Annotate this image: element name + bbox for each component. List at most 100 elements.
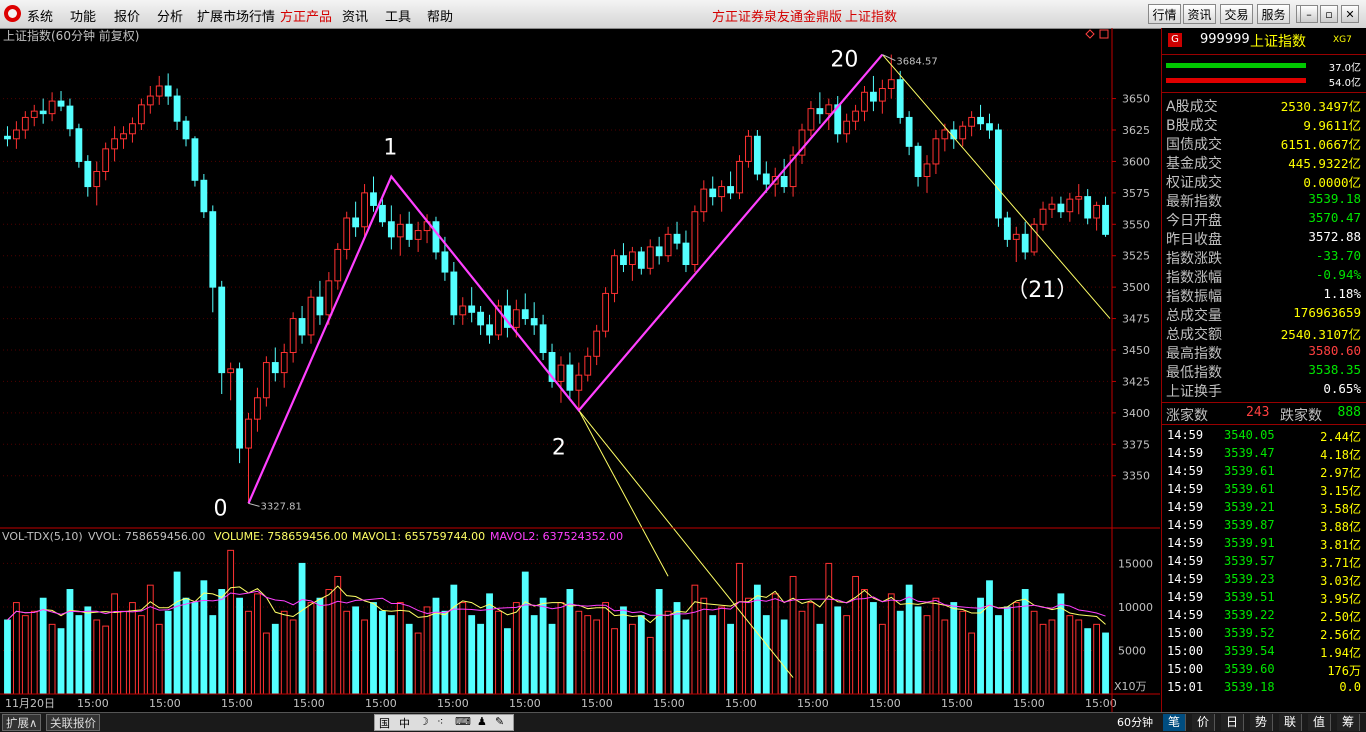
- maximize-icon[interactable]: ▫: [1320, 5, 1338, 23]
- tick-row[interactable]: 14:59 3540.05 2.44亿: [1162, 426, 1366, 444]
- menu-item-products[interactable]: 方正产品: [280, 6, 332, 25]
- candle-body: [370, 192, 377, 206]
- tick-row[interactable]: 14:59 3539.91 3.81亿: [1162, 534, 1366, 552]
- chinese-icon[interactable]: 中: [399, 715, 410, 731]
- menu-item-news[interactable]: 资讯: [342, 6, 368, 25]
- quote-button[interactable]: 行情: [1148, 4, 1181, 24]
- candle-body: [289, 318, 297, 354]
- volume-bar: [968, 632, 976, 695]
- candle-body: [968, 116, 976, 127]
- high-price-label: 3684.57: [896, 57, 937, 68]
- tick-price: 3539.18: [1224, 680, 1275, 694]
- tick-row[interactable]: 14:59 3539.57 3.71亿: [1162, 552, 1366, 570]
- service-button[interactable]: 服务: [1257, 4, 1290, 24]
- y-tick-label: 3500: [1122, 281, 1150, 294]
- tick-row[interactable]: 14:59 3539.23 3.03亿: [1162, 570, 1366, 588]
- vol-indicator-name[interactable]: VOL-TDX(5,10): [2, 530, 83, 543]
- candle-body: [30, 110, 38, 118]
- moon-icon[interactable]: ☽: [419, 715, 429, 728]
- candle-body: [21, 116, 29, 131]
- app-logo-icon: [4, 5, 21, 22]
- tick-row[interactable]: 14:59 3539.61 3.15亿: [1162, 480, 1366, 498]
- stat-value: 3538.35: [1308, 362, 1361, 377]
- wrench-icon[interactable]: ✎: [495, 715, 504, 728]
- right-tab[interactable]: 价: [1192, 714, 1215, 731]
- right-tab[interactable]: 筹: [1337, 714, 1360, 731]
- volume-bar: [852, 575, 859, 695]
- quote-header: G 999999 上证指数 XG7: [1162, 28, 1366, 54]
- tick-row[interactable]: 14:59 3539.51 3.95亿: [1162, 588, 1366, 606]
- menu-item-function[interactable]: 功能: [70, 6, 96, 25]
- period-label[interactable]: 60分钟: [1117, 714, 1153, 730]
- right-tab[interactable]: 联: [1279, 714, 1302, 731]
- y-tick-label: 3575: [1122, 187, 1150, 200]
- candle-body: [709, 188, 717, 198]
- tick-row[interactable]: 15:00 3539.60 176万: [1162, 660, 1366, 678]
- right-tab[interactable]: 笔: [1163, 714, 1186, 731]
- menu-item-quote[interactable]: 报价: [114, 6, 140, 25]
- candle-body: [236, 368, 243, 449]
- volume-bar: [950, 602, 958, 695]
- candle-body: [298, 318, 306, 336]
- volume-bar: [298, 562, 306, 695]
- volume-bar: [352, 606, 360, 695]
- volume-bar: [1003, 606, 1011, 695]
- tick-row[interactable]: 14:59 3539.22 2.50亿: [1162, 606, 1366, 624]
- tick-row[interactable]: 15:00 3539.52 2.56亿: [1162, 624, 1366, 642]
- volume-bar: [209, 615, 217, 695]
- stat-label: 基金成交: [1166, 156, 1222, 172]
- volume-bar: [602, 602, 610, 695]
- stat-value: 2540.3107亿: [1280, 327, 1361, 342]
- candle-body: [129, 123, 136, 135]
- volume-bar: [762, 615, 770, 695]
- trade-button[interactable]: 交易: [1220, 4, 1253, 24]
- right-tab[interactable]: 值: [1308, 714, 1331, 731]
- keyboard-icon[interactable]: ⌨: [455, 715, 471, 728]
- extend-tab[interactable]: 扩展∧: [2, 714, 42, 731]
- x-tick-label: 15:00: [653, 697, 685, 710]
- candle-body: [825, 104, 833, 115]
- menu-item-system[interactable]: 系统: [27, 6, 53, 25]
- dots-icon[interactable]: ⁖: [437, 715, 443, 728]
- menu-item-tools[interactable]: 工具: [385, 6, 411, 25]
- close-icon[interactable]: ✕: [1341, 5, 1359, 23]
- stat-label: 国债成交: [1166, 137, 1222, 153]
- volume-bar: [12, 602, 20, 695]
- buy-bar: [1166, 63, 1306, 68]
- menu-item-help[interactable]: 帮助: [427, 6, 453, 25]
- candle-body: [93, 170, 101, 188]
- sell-bar: [1166, 78, 1306, 83]
- tick-row[interactable]: 15:00 3539.54 1.94亿: [1162, 642, 1366, 660]
- candle-body: [637, 251, 645, 269]
- kline-chart[interactable]: 上证指数(60分钟 前复权) 3350337534003425345034753…: [0, 28, 1160, 712]
- stat-value: 3539.18: [1308, 191, 1361, 206]
- volume-bar: [450, 584, 458, 695]
- right-tab[interactable]: 日: [1221, 714, 1244, 731]
- tick-row[interactable]: 14:59 3539.61 2.97亿: [1162, 462, 1366, 480]
- volume-bar: [262, 632, 270, 695]
- minimize-icon[interactable]: –: [1300, 5, 1318, 23]
- tick-volume: 176万: [1327, 664, 1361, 678]
- right-tab[interactable]: 势: [1250, 714, 1273, 731]
- country-icon[interactable]: 国: [379, 715, 390, 731]
- related-quote-tab[interactable]: 关联报价: [46, 714, 100, 731]
- news-button[interactable]: 资讯: [1183, 4, 1216, 24]
- x-tick-label: 15:00: [581, 697, 613, 710]
- tick-time: 15:01: [1167, 680, 1204, 694]
- tick-row[interactable]: 15:01 3539.18 0.0: [1162, 678, 1366, 696]
- tick-row[interactable]: 14:59 3539.47 4.18亿: [1162, 444, 1366, 462]
- volume-bar: [280, 610, 288, 695]
- x-tick-label: 15:00: [293, 697, 325, 710]
- trend-line: [578, 410, 669, 577]
- x-tick-label: 15:00: [1013, 697, 1045, 710]
- user-icon[interactable]: ♟: [477, 715, 487, 728]
- tick-price: 3539.22: [1224, 608, 1275, 622]
- menu-item-extended-market[interactable]: 扩展市场行情: [197, 6, 275, 25]
- tick-row[interactable]: 14:59 3539.21 3.58亿: [1162, 498, 1366, 516]
- candle-body: [1066, 198, 1074, 213]
- candle-body: [173, 95, 181, 122]
- price-grid: [3, 98, 1110, 477]
- tick-row[interactable]: 14:59 3539.87 3.88亿: [1162, 516, 1366, 534]
- y-tick-label: 3625: [1122, 124, 1150, 137]
- menu-item-analysis[interactable]: 分析: [157, 6, 183, 25]
